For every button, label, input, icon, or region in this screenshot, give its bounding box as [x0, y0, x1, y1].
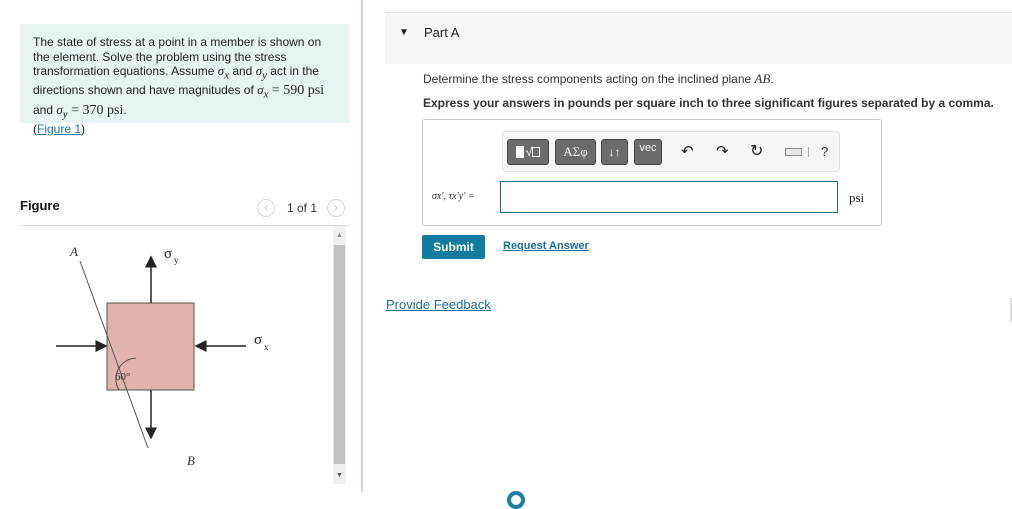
problem-text: and [33, 102, 57, 117]
pearson-logo-icon [507, 491, 525, 509]
sigma-y-label: σ [164, 246, 172, 262]
scroll-up-icon[interactable]: ▲ [333, 228, 346, 242]
problem-text: . [123, 102, 127, 117]
sigma-y-subscript: y [174, 255, 179, 265]
sigma-y-symbol: σy [255, 63, 267, 82]
scroll-down-icon[interactable]: ▼ [333, 468, 346, 482]
figure-heading: Figure [20, 198, 60, 213]
undo-icon[interactable]: ↶ [681, 144, 694, 160]
help-icon[interactable]: ? [821, 144, 828, 160]
sigma-x-label: σ [254, 332, 262, 348]
sigma-y-value: 370 psi [82, 102, 124, 118]
answer-label: σx′, τx′y′ = [432, 191, 475, 202]
part-title: Part A [424, 25, 460, 40]
sigma-x-value: 590 psi [283, 83, 325, 99]
request-answer-link[interactable]: Request Answer [503, 240, 589, 252]
submit-button[interactable]: Submit [422, 235, 485, 259]
keyboard-icon[interactable] [785, 148, 802, 156]
provide-feedback-link[interactable]: Provide Feedback [386, 297, 491, 312]
math-toolbar: √ ΑΣφ ↓↑ vec ↶ ↷ ↻ ? [502, 131, 840, 172]
redo-icon[interactable]: ↷ [716, 144, 729, 160]
question-text: Determine the stress components acting o… [423, 71, 774, 86]
figure-scrollbar[interactable]: ▲ ▼ [333, 226, 346, 484]
unit-label: psi [849, 190, 865, 205]
sigma-y-symbol: σy [56, 101, 68, 121]
equals: = [268, 83, 284, 99]
figure-divider [20, 225, 350, 226]
chevron-right-icon: › [334, 202, 338, 214]
equals: = [67, 102, 83, 118]
templates-icon: √ [515, 145, 541, 159]
next-figure-button[interactable]: › [327, 199, 346, 217]
answer-input[interactable] [500, 181, 838, 213]
instruction-text: Express your answers in pounds per squar… [423, 96, 994, 110]
sigma-x-subscript: x [264, 342, 269, 352]
point-b-label: B [187, 453, 195, 468]
stress-element-figure: A B σ y σ x 60° [40, 230, 330, 490]
pager-text: 1 of 1 [287, 201, 318, 215]
point-a-label: A [69, 244, 78, 259]
scrollbar-thumb[interactable] [334, 245, 345, 464]
part-a-header[interactable]: ▼ Part A [385, 12, 1012, 64]
vector-button[interactable]: vec [634, 139, 662, 165]
collapse-triangle-icon[interactable]: ▼ [399, 27, 409, 38]
panel-divider [361, 0, 363, 492]
plane-label: AB [754, 71, 771, 86]
paren: ) [81, 121, 86, 136]
chevron-left-icon: ‹ [264, 202, 268, 214]
figure-link[interactable]: Figure 1 [37, 122, 81, 136]
toolbar-separator [808, 147, 809, 157]
problem-statement: The state of stress at a point in a memb… [20, 24, 350, 136]
templates-button[interactable]: √ [507, 139, 549, 165]
prev-figure-button[interactable]: ‹ [257, 199, 275, 217]
subscript-superscript-button[interactable]: ↓↑ [601, 139, 628, 165]
sigma-x-symbol: σx [217, 63, 229, 82]
problem-text: and [229, 64, 256, 79]
sigma-x-symbol: σx [257, 82, 269, 101]
stress-element-diagram: A B σ y σ x 60° [56, 244, 269, 468]
greek-symbols-button[interactable]: ΑΣφ [555, 139, 596, 165]
angle-label: 60° [115, 371, 130, 383]
reset-icon[interactable]: ↻ [750, 144, 763, 160]
figure-pager: ‹ 1 of 1 › [257, 199, 346, 217]
